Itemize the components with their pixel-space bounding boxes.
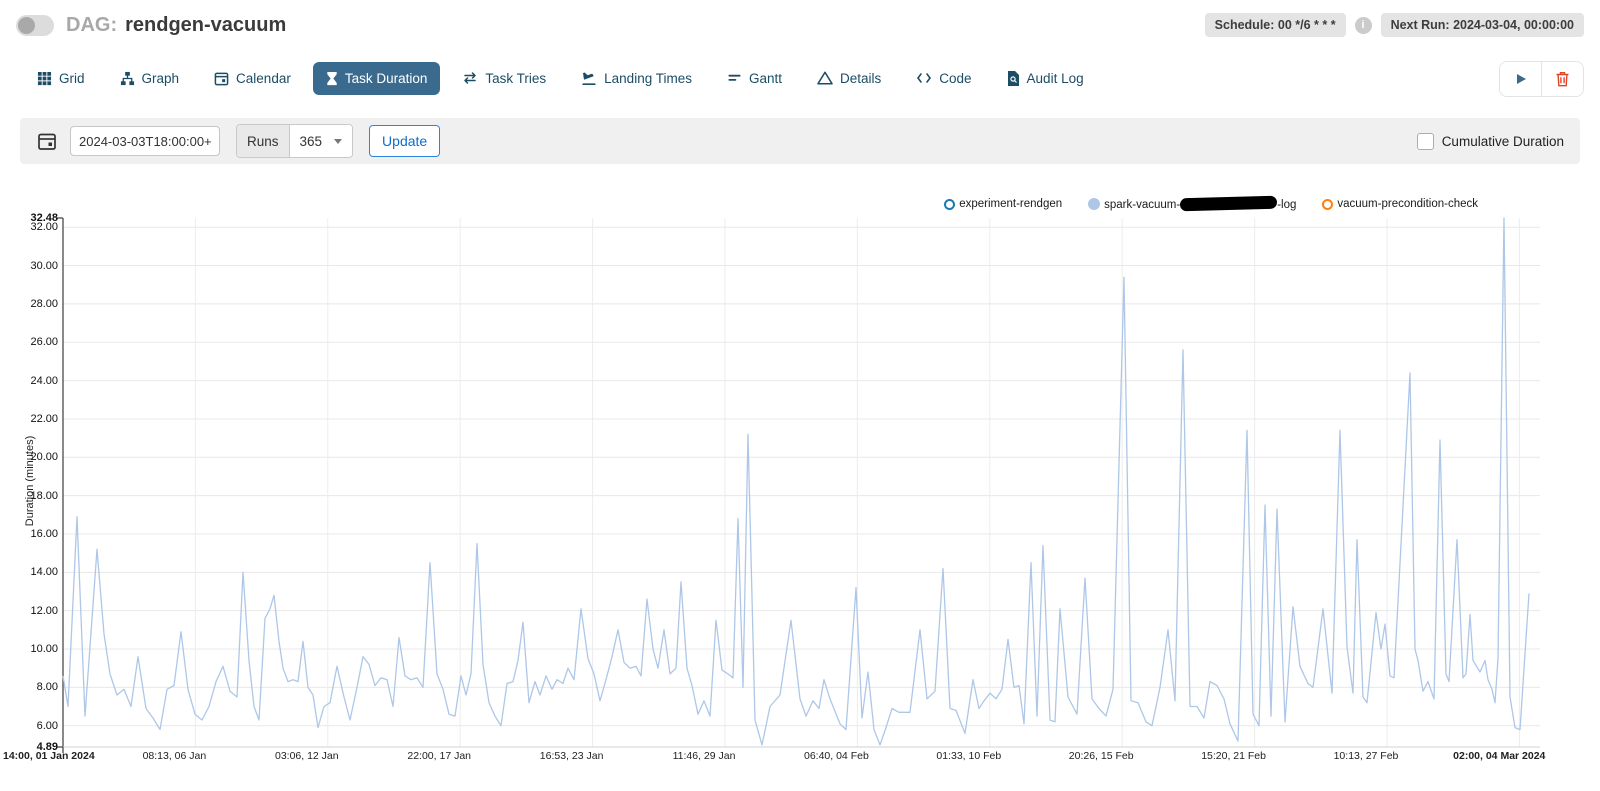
dag-header: DAG: rendgen-vacuum Schedule: 00 */6 * *…: [16, 10, 1584, 40]
trigger-dag-button[interactable]: [1500, 62, 1541, 96]
tab-label: Graph: [142, 71, 180, 86]
date-picker-button[interactable]: [34, 126, 60, 156]
tab-task-tries[interactable]: Task Tries: [449, 62, 559, 95]
y-tick-label: 22.00: [6, 413, 58, 425]
tab-graph[interactable]: Graph: [107, 62, 193, 95]
graph-icon: [120, 71, 135, 86]
runs-select[interactable]: 365: [290, 125, 353, 157]
landing-icon: [581, 70, 597, 86]
y-tick-label: 6.00: [6, 720, 58, 732]
tab-label: Task Tries: [485, 71, 546, 86]
cumulative-duration-label: Cumulative Duration: [1442, 134, 1564, 149]
filter-bar: Runs 365 Update Cumulative Duration: [20, 118, 1580, 164]
info-icon[interactable]: [1355, 17, 1372, 34]
tab-gantt[interactable]: Gantt: [714, 62, 795, 95]
details-icon: [817, 71, 833, 85]
dag-pause-toggle[interactable]: [16, 15, 54, 36]
tab-label: Task Duration: [345, 71, 428, 86]
x-tick-label: 06:40, 04 Feb: [804, 750, 869, 762]
chevron-down-icon: [334, 139, 342, 144]
y-tick-label: 18.00: [6, 490, 58, 502]
toggle-knob: [18, 17, 35, 34]
y-tick-label: 32.00: [6, 221, 58, 233]
next-run-badge: Next Run: 2024-03-04, 00:00:00: [1381, 13, 1584, 37]
y-tick-label: 24.00: [6, 375, 58, 387]
runs-group: Runs 365: [236, 124, 353, 158]
tab-label: Gantt: [749, 71, 782, 86]
gantt-icon: [727, 71, 742, 86]
hourglass-icon: [326, 71, 338, 86]
update-button[interactable]: Update: [369, 125, 440, 157]
x-tick-label: 03:06, 12 Jan: [275, 750, 339, 762]
y-tick-label: 8.00: [6, 681, 58, 693]
x-tick-label: 14:00, 01 Jan 2024: [3, 750, 95, 762]
tab-audit-log[interactable]: Audit Log: [994, 62, 1097, 95]
tab-grid[interactable]: Grid: [24, 62, 98, 95]
schedule-info: Schedule: 00 */6 * * * Next Run: 2024-03…: [1205, 13, 1584, 37]
delete-dag-button[interactable]: [1541, 62, 1583, 96]
y-tick-label: 12.00: [6, 605, 58, 617]
x-tick-label: 22:00, 17 Jan: [407, 750, 471, 762]
tab-code[interactable]: Code: [903, 62, 984, 95]
grid-icon: [37, 71, 52, 86]
tab-label: Grid: [59, 71, 85, 86]
calendar-icon: [37, 131, 57, 151]
dag-name: rendgen-vacuum: [125, 14, 286, 37]
y-tick-label: 14.00: [6, 566, 58, 578]
x-tick-label: 01:33, 10 Feb: [936, 750, 1001, 762]
tab-calendar[interactable]: Calendar: [201, 62, 304, 95]
duration-chart-svg: [0, 190, 1600, 790]
tab-label: Details: [840, 71, 881, 86]
view-tabs: Grid Graph Calendar Task Duration Task Tries…: [24, 59, 1097, 97]
y-tick-label: 26.00: [6, 336, 58, 348]
tab-details[interactable]: Details: [804, 62, 894, 95]
y-tick-label: 30.00: [6, 260, 58, 272]
y-tick-label: 20.00: [6, 451, 58, 463]
cumulative-duration-option: Cumulative Duration: [1417, 133, 1566, 150]
y-tick-label: 28.00: [6, 298, 58, 310]
tab-task-duration[interactable]: Task Duration: [313, 62, 441, 95]
x-tick-label: 11:46, 29 Jan: [673, 750, 736, 762]
tab-landing-times[interactable]: Landing Times: [568, 61, 705, 95]
runs-select-value: 365: [300, 134, 323, 149]
schedule-badge: Schedule: 00 */6 * * *: [1205, 13, 1346, 37]
x-tick-label: 16:53, 23 Jan: [540, 750, 604, 762]
y-tick-label: 10.00: [6, 643, 58, 655]
dag-label: DAG:: [66, 14, 117, 37]
duration-series-line: [63, 218, 1529, 745]
tab-label: Audit Log: [1027, 71, 1084, 86]
runs-label: Runs: [237, 125, 290, 157]
tab-label: Calendar: [236, 71, 291, 86]
audit-log-icon: [1007, 71, 1020, 86]
x-tick-label: 08:13, 06 Jan: [143, 750, 207, 762]
tab-label: Code: [939, 71, 971, 86]
tab-label: Landing Times: [604, 71, 692, 86]
retry-icon: [462, 71, 478, 85]
x-tick-label: 20:26, 15 Feb: [1069, 750, 1134, 762]
play-icon: [1514, 72, 1528, 86]
dag-action-buttons: [1499, 61, 1584, 97]
calendar-icon: [214, 71, 229, 86]
y-tick-label: 16.00: [6, 528, 58, 540]
x-tick-label: 15:20, 21 Feb: [1201, 750, 1266, 762]
trash-icon: [1555, 71, 1570, 87]
cumulative-duration-checkbox[interactable]: [1417, 133, 1434, 150]
x-tick-label: 02:00, 04 Mar 2024: [1453, 750, 1545, 762]
base-date-input[interactable]: [70, 126, 220, 156]
x-tick-label: 10:13, 27 Feb: [1334, 750, 1399, 762]
code-icon: [916, 72, 932, 84]
